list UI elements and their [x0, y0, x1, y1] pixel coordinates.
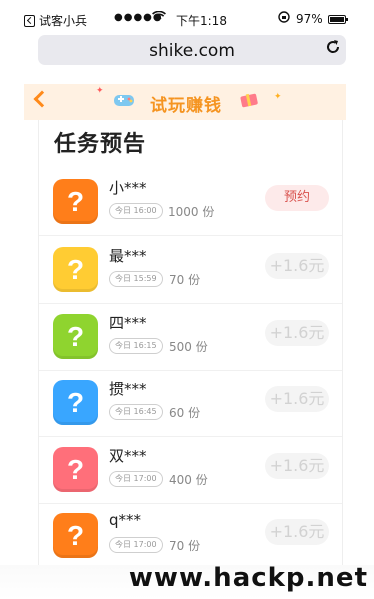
- task-row[interactable]: ? 双*** 今日 17:00 400 份 +1.6元: [39, 438, 342, 504]
- page-title: 试玩赚钱: [150, 96, 222, 116]
- reward-button[interactable]: +1.6元: [265, 453, 329, 479]
- back-app-label: 试客小兵: [39, 14, 88, 28]
- gamepad-icon: [112, 90, 136, 112]
- task-count: 70 份: [169, 539, 201, 553]
- task-count: 60 份: [169, 406, 201, 420]
- battery-icon: [328, 15, 348, 24]
- task-count: 500 份: [169, 340, 208, 354]
- task-name: 掼***: [109, 380, 147, 398]
- task-row[interactable]: ? 小*** 今日 16:00 1000 份 预约: [39, 170, 342, 236]
- wifi-icon: [152, 10, 166, 25]
- task-preview-card: 任务预告 ? 小*** 今日 16:00 1000 份 预约 ? 最*** 今日…: [38, 120, 343, 565]
- task-time-badge: 今日 16:00: [109, 203, 163, 219]
- task-time-badge: 今日 17:00: [109, 537, 163, 553]
- reward-button[interactable]: +1.6元: [265, 519, 329, 545]
- task-time-badge: 今日 15:59: [109, 271, 163, 287]
- reward-button[interactable]: +1.6元: [265, 386, 329, 412]
- question-app-icon: ?: [53, 247, 98, 292]
- task-row[interactable]: ? q*** 今日 17:00 70 份 +1.6元: [39, 504, 342, 565]
- back-chevron-icon[interactable]: [33, 90, 51, 108]
- reserve-button[interactable]: 预约: [265, 185, 329, 211]
- back-to-app[interactable]: 试客小兵: [24, 12, 87, 29]
- task-row[interactable]: ? 最*** 今日 15:59 70 份 +1.6元: [39, 238, 342, 304]
- battery-percent: 97%: [296, 12, 323, 26]
- task-count: 70 份: [169, 273, 201, 287]
- watermark: www.hackp.net: [128, 563, 368, 593]
- back-app-icon: [24, 14, 35, 27]
- status-time: 下午1:18: [176, 14, 227, 28]
- task-row[interactable]: ? 掼*** 今日 16:45 60 份 +1.6元: [39, 371, 342, 437]
- task-name: 双***: [109, 447, 147, 465]
- gift-icon: [238, 88, 260, 112]
- task-name: q***: [109, 511, 142, 529]
- task-name: 四***: [109, 314, 147, 332]
- task-time-badge: 今日 16:15: [109, 338, 163, 354]
- reward-button[interactable]: +1.6元: [265, 253, 329, 279]
- confetti-icon: ✦: [96, 86, 104, 96]
- status-bar: 试客小兵 ●●●●● 下午1:18 97%: [10, 10, 348, 30]
- task-count: 1000 份: [168, 205, 215, 219]
- url-text[interactable]: shike.com: [38, 41, 346, 61]
- question-app-icon: ?: [53, 179, 98, 224]
- question-app-icon: ?: [53, 447, 98, 492]
- address-bar[interactable]: shike.com: [38, 35, 346, 65]
- question-app-icon: ?: [53, 380, 98, 425]
- reward-button[interactable]: +1.6元: [265, 320, 329, 346]
- task-name: 小***: [109, 179, 147, 197]
- sparkle-icon: ✦: [274, 92, 282, 102]
- reload-icon[interactable]: [325, 39, 341, 59]
- task-name: 最***: [109, 247, 147, 265]
- task-time-badge: 今日 16:45: [109, 404, 163, 420]
- question-app-icon: ?: [53, 513, 98, 558]
- app-header: ✦ 试玩赚钱 ✦: [24, 84, 346, 120]
- question-app-icon: ?: [53, 314, 98, 359]
- section-title: 任务预告: [54, 132, 147, 157]
- task-count: 400 份: [169, 473, 208, 487]
- task-time-badge: 今日 17:00: [109, 471, 163, 487]
- rotation-lock-icon: [278, 11, 290, 26]
- task-row[interactable]: ? 四*** 今日 16:15 500 份 +1.6元: [39, 305, 342, 371]
